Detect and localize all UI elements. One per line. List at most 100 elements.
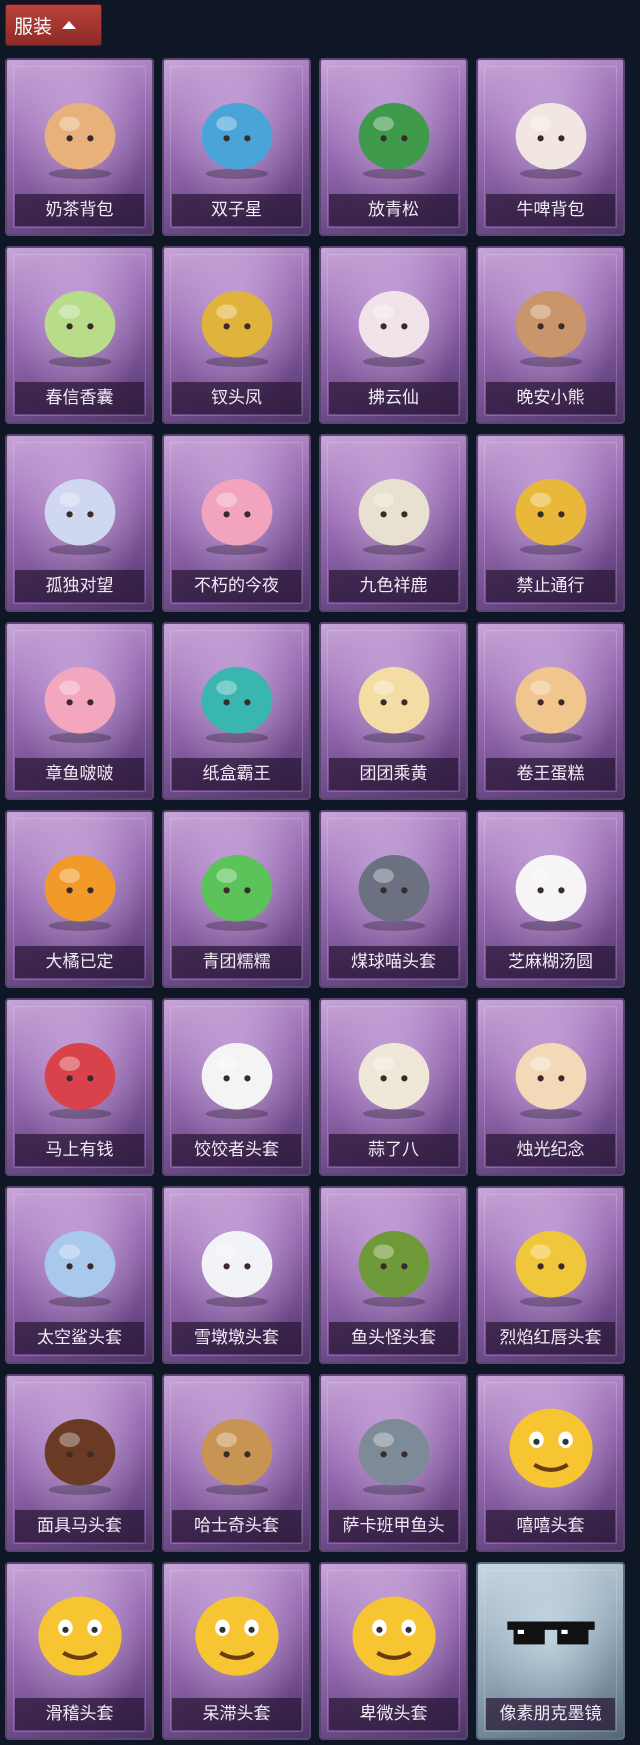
item-label: 烈焰红唇头套 (486, 1322, 615, 1354)
phoenix-crown-icon (201, 290, 272, 367)
item-card[interactable]: 卷王蛋糕 (476, 622, 625, 800)
chevron-up-icon (62, 21, 77, 29)
item-card[interactable]: 滑稽头套 (5, 1562, 154, 1740)
item-card[interactable]: 牛啤背包 (476, 58, 625, 236)
red-horse-icon (44, 1042, 115, 1119)
item-card[interactable]: 饺饺者头套 (162, 998, 311, 1176)
item-label: 煤球喵头套 (329, 946, 458, 978)
item-label: 鱼头怪头套 (329, 1322, 458, 1354)
item-card[interactable]: 卑微头套 (319, 1562, 468, 1740)
item-label: 双子星 (172, 194, 301, 226)
sacabambaspis-icon (358, 1418, 429, 1495)
item-label: 萨卡班甲鱼头 (329, 1510, 458, 1542)
item-label: 钗头凤 (172, 382, 301, 414)
item-card[interactable]: 放青松 (319, 58, 468, 236)
item-label: 青团糯糯 (172, 946, 301, 978)
item-label: 太空鲨头套 (15, 1322, 144, 1354)
round-cat-icon (358, 666, 429, 743)
item-card[interactable]: 鱼头怪头套 (319, 1186, 468, 1364)
item-label: 芝麻糊汤圆 (486, 946, 615, 978)
item-card[interactable]: 煤球喵头套 (319, 810, 468, 988)
item-label: 嘻嘻头套 (486, 1510, 615, 1542)
pine-tree-icon (358, 102, 429, 179)
item-label: 面具马头套 (15, 1510, 144, 1542)
item-card[interactable]: 禁止通行 (476, 434, 625, 612)
item-label: 章鱼啵啵 (15, 758, 144, 790)
stare-emoji-icon (194, 1596, 279, 1676)
timid-emoji-icon (351, 1596, 436, 1676)
item-card[interactable]: 钗头凤 (162, 246, 311, 424)
item-card[interactable]: 烈焰红唇头套 (476, 1186, 625, 1364)
item-label: 卑微头套 (329, 1698, 458, 1730)
item-label: 饺饺者头套 (172, 1134, 301, 1166)
pink-fox-icon (201, 478, 272, 555)
orange-slice-icon (44, 854, 115, 931)
fish-head-icon (358, 1230, 429, 1307)
item-card[interactable]: 呆滞头套 (162, 1562, 311, 1740)
shark-icon (44, 1230, 115, 1307)
item-label: 禁止通行 (486, 570, 615, 602)
item-card[interactable]: 拂云仙 (319, 246, 468, 424)
clothing-tab-label: 服装 (14, 15, 53, 38)
husky-icon (201, 1418, 272, 1495)
item-card[interactable]: 芝麻糊汤圆 (476, 810, 625, 988)
candle-icon (515, 1042, 586, 1119)
item-card[interactable]: 嘻嘻头套 (476, 1374, 625, 1552)
lonely-girl-icon (44, 478, 115, 555)
bear-charm-icon (515, 290, 586, 367)
item-label: 纸盒霸王 (172, 758, 301, 790)
item-card[interactable]: 青团糯糯 (162, 810, 311, 988)
item-label: 春信香囊 (15, 382, 144, 414)
item-card[interactable]: 面具马头套 (5, 1374, 154, 1552)
item-label: 奶茶背包 (15, 194, 144, 226)
item-label: 拂云仙 (329, 382, 458, 414)
item-card[interactable]: 烛光纪念 (476, 998, 625, 1176)
pixel-glasses-icon (506, 1621, 595, 1645)
item-card[interactable]: 双子星 (162, 58, 311, 236)
green-dumpling-icon (201, 854, 272, 931)
item-label: 烛光纪念 (486, 1134, 615, 1166)
item-card[interactable]: 蒜了八 (319, 998, 468, 1176)
roll-cake-icon (515, 666, 586, 743)
item-label: 马上有钱 (15, 1134, 144, 1166)
item-label: 晚安小熊 (486, 382, 615, 414)
item-card[interactable]: 像素朋克墨镜 (476, 1562, 625, 1740)
item-label: 雪墩墩头套 (172, 1322, 301, 1354)
grin-emoji-icon (508, 1408, 593, 1488)
item-label: 卷王蛋糕 (486, 758, 615, 790)
item-label: 孤独对望 (15, 570, 144, 602)
item-card[interactable]: 雪墩墩头套 (162, 1186, 311, 1364)
item-card[interactable]: 晚安小熊 (476, 246, 625, 424)
garlic-icon (358, 1042, 429, 1119)
item-label: 放青松 (329, 194, 458, 226)
item-card[interactable]: 萨卡班甲鱼头 (319, 1374, 468, 1552)
tangyuan-icon (515, 854, 586, 931)
item-card[interactable]: 马上有钱 (5, 998, 154, 1176)
item-card[interactable]: 太空鲨头套 (5, 1186, 154, 1364)
qr-teddy-icon (44, 102, 115, 179)
item-card[interactable]: 奶茶背包 (5, 58, 154, 236)
item-card[interactable]: 纸盒霸王 (162, 622, 311, 800)
clothing-tab[interactable]: 服装 (5, 4, 102, 46)
item-label: 哈士奇头套 (172, 1510, 301, 1542)
item-card[interactable]: 九色祥鹿 (319, 434, 468, 612)
yellow-mask-icon (515, 1230, 586, 1307)
item-label: 团团乘黄 (329, 758, 458, 790)
item-card[interactable]: 孤独对望 (5, 434, 154, 612)
item-card[interactable]: 春信香囊 (5, 246, 154, 424)
gray-cat-icon (358, 854, 429, 931)
octopus-icon (44, 666, 115, 743)
cloud-fairy-icon (358, 290, 429, 367)
sachet-icon (44, 290, 115, 367)
item-card[interactable]: 大橘已定 (5, 810, 154, 988)
item-label: 大橘已定 (15, 946, 144, 978)
cow-barrel-icon (515, 102, 586, 179)
item-card[interactable]: 哈士奇头套 (162, 1374, 311, 1552)
snowman-icon (201, 1230, 272, 1307)
item-label: 蒜了八 (329, 1134, 458, 1166)
item-card[interactable]: 团团乘黄 (319, 622, 468, 800)
item-card[interactable]: 章鱼啵啵 (5, 622, 154, 800)
item-label: 牛啤背包 (486, 194, 615, 226)
box-dino-icon (201, 666, 272, 743)
item-card[interactable]: 不朽的今夜 (162, 434, 311, 612)
